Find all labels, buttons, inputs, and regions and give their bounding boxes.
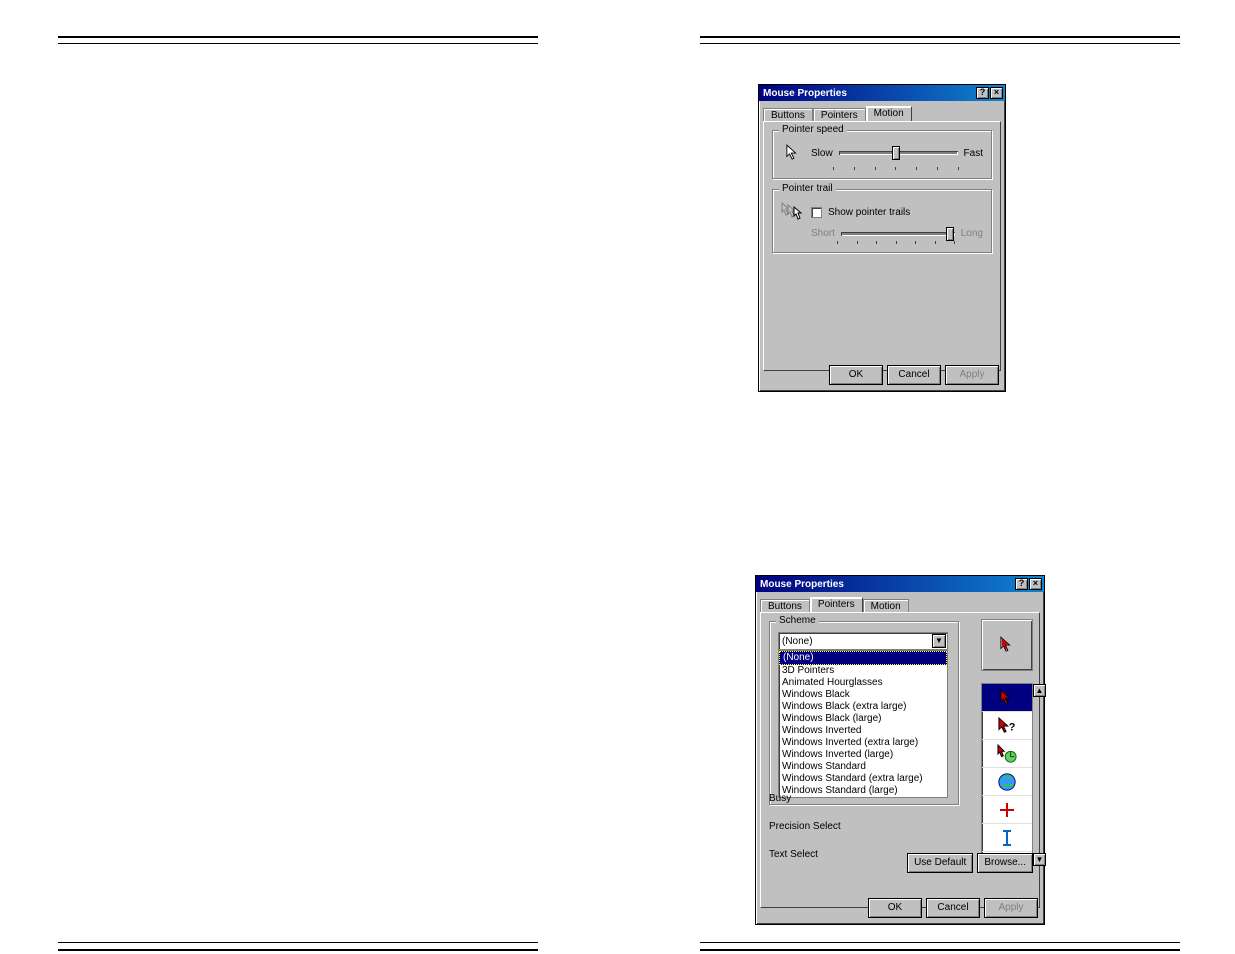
scheme-selected: (None) [782,636,813,647]
mouse-properties-motion-dialog: Mouse Properties ? × Buttons Pointers Mo… [758,84,1006,392]
speed-slider[interactable] [839,151,958,155]
group-label: Pointer trail [779,183,836,194]
cursor-row[interactable] [982,824,1032,852]
cursor-label: Text Select [769,849,841,860]
show-trails-checkbox[interactable] [811,207,822,218]
cursor-label: Precision Select [769,821,841,832]
trail-slider[interactable] [841,232,955,236]
rule [58,942,538,943]
close-icon[interactable]: × [1029,578,1042,590]
mouse-properties-pointers-dialog: Mouse Properties ? × Buttons Pointers Mo… [755,575,1045,925]
list-item[interactable]: Windows Inverted (large) [779,749,947,761]
rule [58,43,538,44]
list-item[interactable]: Animated Hourglasses [779,677,947,689]
list-item[interactable]: Windows Inverted (extra large) [779,737,947,749]
cursor-labels: Busy Precision Select Text Select [769,793,841,860]
scheme-group: Scheme (None) ▼ (None) 3D Pointers Anima… [769,621,959,805]
tabpanel-pointers: Scheme (None) ▼ (None) 3D Pointers Anima… [760,612,1040,908]
cursor-row[interactable] [982,684,1032,712]
cursor-row[interactable] [982,796,1032,824]
short-label: Short [811,228,835,239]
scroll-down-icon[interactable]: ▼ [1033,853,1046,866]
rule [700,942,1180,943]
rule [700,949,1180,951]
tab-buttons[interactable]: Buttons [760,599,810,613]
speed-icon [781,141,805,165]
ok-button[interactable]: OK [829,365,883,385]
group-label: Scheme [776,615,819,626]
list-item[interactable]: Windows Black (extra large) [779,701,947,713]
tab-motion[interactable]: Motion [866,106,912,121]
tab-motion[interactable]: Motion [863,599,909,613]
cursor-row[interactable] [982,768,1032,796]
apply-button[interactable]: Apply [984,898,1038,918]
group-label: Pointer speed [779,124,847,135]
browse-button[interactable]: Browse... [977,853,1033,873]
rule [58,949,538,951]
tab-pointers[interactable]: Pointers [813,108,866,122]
tabstrip: Buttons Pointers Motion [759,101,1005,121]
chevron-down-icon[interactable]: ▼ [932,634,946,648]
dialog-button-row: OK Cancel Apply [829,365,999,385]
long-label: Long [961,228,983,239]
fast-label: Fast [964,148,983,159]
help-icon[interactable]: ? [976,87,989,99]
ok-button[interactable]: OK [868,898,922,918]
list-item[interactable]: Windows Black [779,689,947,701]
window-title: Mouse Properties [763,88,847,99]
rule [700,36,1180,38]
list-item[interactable]: Windows Inverted [779,725,947,737]
svg-text:?: ? [1009,721,1016,733]
pointer-speed-group: Pointer speed Slow Fast [772,130,992,179]
window-title: Mouse Properties [760,579,844,590]
list-item[interactable]: 3D Pointers [779,665,947,677]
scheme-combo[interactable]: (None) ▼ [778,632,948,650]
titlebar[interactable]: Mouse Properties ? × [759,85,1005,101]
cancel-button[interactable]: Cancel [926,898,980,918]
slow-label: Slow [811,148,833,159]
tab-pointers[interactable]: Pointers [810,597,863,612]
help-icon[interactable]: ? [1015,578,1028,590]
rule [700,43,1180,44]
tabstrip: Buttons Pointers Motion [756,592,1044,612]
tabpanel-motion: Pointer speed Slow Fast Pointer trail [763,121,1001,371]
close-icon[interactable]: × [990,87,1003,99]
titlebar[interactable]: Mouse Properties ? × [756,576,1044,592]
apply-button[interactable]: Apply [945,365,999,385]
use-default-button[interactable]: Use Default [907,853,973,873]
scheme-listbox[interactable]: (None) 3D Pointers Animated Hourglasses … [778,650,948,798]
list-item[interactable]: Windows Black (large) [779,713,947,725]
cursor-label: Busy [769,793,841,804]
rule [58,36,538,38]
dialog-button-row: OK Cancel Apply [868,898,1038,918]
cursor-row[interactable]: ? [982,712,1032,740]
list-item[interactable]: Windows Standard (extra large) [779,773,947,785]
scroll-up-icon[interactable]: ▲ [1033,684,1046,697]
show-trails-label: Show pointer trails [828,207,910,218]
pointer-trail-group: Pointer trail Show pointer trails Short [772,189,992,253]
trail-icon [781,200,805,224]
list-item[interactable]: Windows Standard [779,761,947,773]
cancel-button[interactable]: Cancel [887,365,941,385]
cursor-list[interactable]: ? ▲ ▼ [981,683,1033,867]
tab-buttons[interactable]: Buttons [763,108,813,122]
cursor-row[interactable] [982,740,1032,768]
list-item[interactable]: (None) [779,651,947,665]
pointer-button-row: Use Default Browse... [907,853,1033,873]
cursor-preview [981,619,1033,671]
